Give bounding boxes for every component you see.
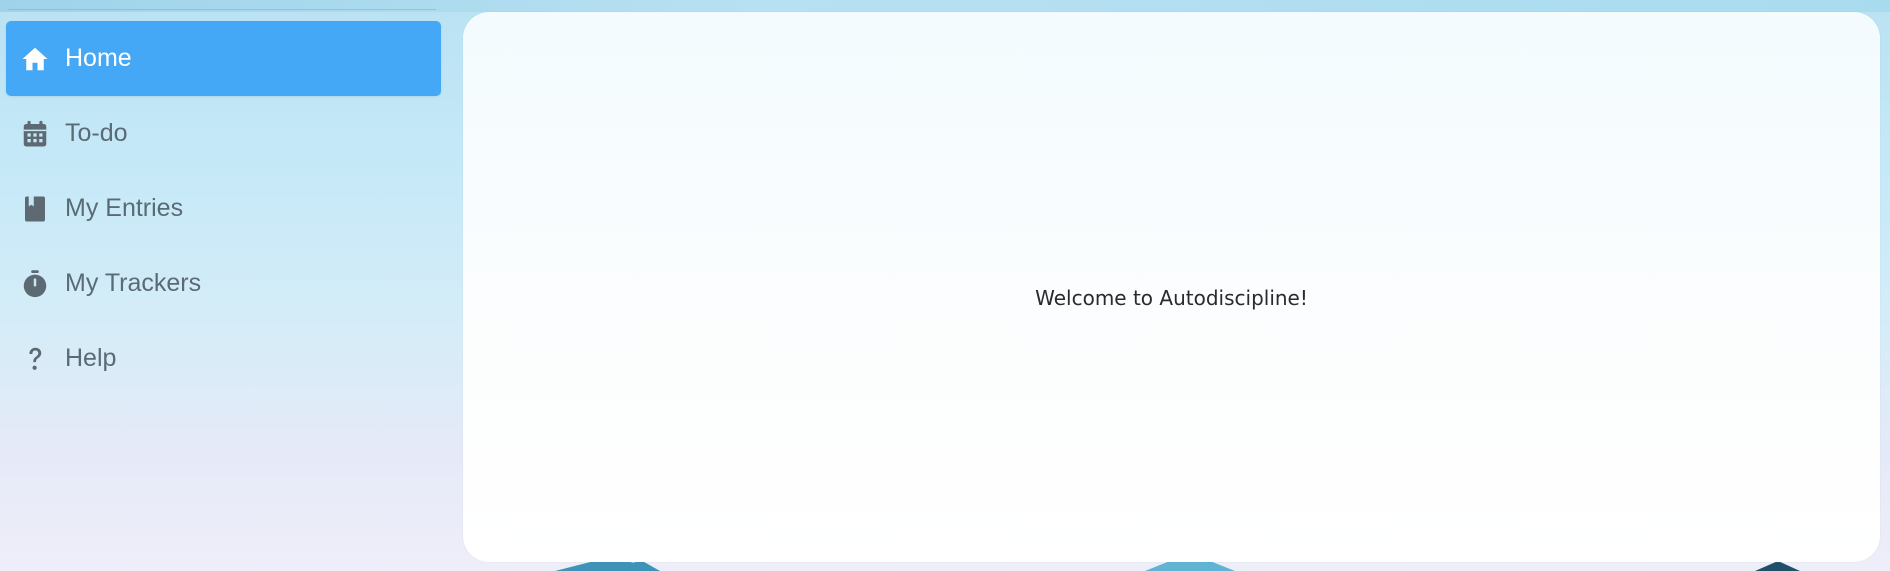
- sidebar-item-label: My Entries: [65, 194, 184, 222]
- book-icon: [20, 194, 50, 224]
- welcome-message: Welcome to Autodiscipline!: [1035, 286, 1308, 310]
- main-panel: Welcome to Autodiscipline!: [463, 12, 1880, 562]
- sidebar-divider: [8, 9, 436, 10]
- sidebar-item-label: Help: [65, 344, 117, 372]
- sidebar-item-label: My Trackers: [65, 269, 202, 297]
- sidebar-item-label: Home: [65, 44, 132, 72]
- top-strip: [0, 0, 1890, 12]
- home-icon: [20, 44, 50, 74]
- sidebar-item-todo[interactable]: To-do: [6, 96, 441, 171]
- help-icon: [20, 344, 50, 374]
- sidebar-item-my-trackers[interactable]: My Trackers: [6, 246, 441, 321]
- sidebar-item-label: To-do: [65, 119, 128, 147]
- calendar-icon: [20, 119, 50, 149]
- sidebar: Home To-do My Entries My Trackers Help: [6, 21, 441, 396]
- sidebar-item-home[interactable]: Home: [6, 21, 441, 96]
- sidebar-item-help[interactable]: Help: [6, 321, 441, 396]
- sidebar-item-my-entries[interactable]: My Entries: [6, 171, 441, 246]
- stopwatch-icon: [20, 269, 50, 299]
